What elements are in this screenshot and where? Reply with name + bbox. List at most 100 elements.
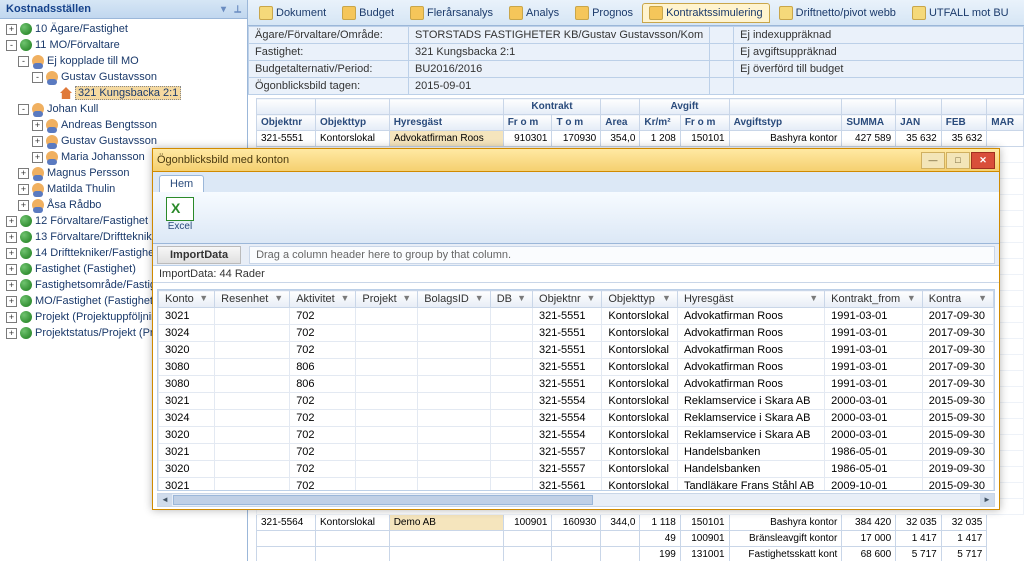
column-header[interactable]: Objekttyp▼ <box>602 291 678 308</box>
column-header[interactable]: Hyresgäst <box>389 115 503 131</box>
filter-icon[interactable]: ▼ <box>978 293 987 303</box>
table-row[interactable]: 3021702321-5554KontorslokalReklamservice… <box>159 393 994 410</box>
column-header[interactable]: SUMMA <box>842 115 896 131</box>
filter-icon[interactable]: ▼ <box>402 293 411 303</box>
tree-node[interactable]: 321 Kungsbacka 2:1 <box>4 85 247 101</box>
tree-node[interactable]: -Johan Kull <box>4 101 247 117</box>
filter-icon[interactable]: ▼ <box>586 293 595 303</box>
expand-icon[interactable]: + <box>18 200 29 211</box>
column-group-header[interactable]: Kontrakt <box>503 99 601 115</box>
tab-kontraktssimulering[interactable]: Kontraktssimulering <box>642 3 770 23</box>
column-group-header[interactable] <box>257 99 316 115</box>
filter-icon[interactable]: ▼ <box>662 293 671 303</box>
expand-icon[interactable]: + <box>6 296 17 307</box>
column-header[interactable]: Objektnr <box>257 115 316 131</box>
column-group-header[interactable] <box>987 99 1024 115</box>
dialog-grid-scroll[interactable]: Konto▼Resenhet▼Aktivitet▼Projekt▼BolagsI… <box>158 290 994 490</box>
expand-icon[interactable]: + <box>32 136 43 147</box>
tab-budget[interactable]: Budget <box>335 3 401 23</box>
tab-utfall-per-m-nad[interactable]: Utfall per månad <box>1018 3 1024 23</box>
filter-icon[interactable]: ▼ <box>274 293 283 303</box>
column-group-header[interactable] <box>316 99 390 115</box>
table-row[interactable]: 49100901Bränsleavgift kontor17 0001 4171… <box>257 531 1024 547</box>
tab-analys[interactable]: Analys <box>502 3 566 23</box>
tree-node[interactable]: -Gustav Gustavsson <box>4 69 247 85</box>
filter-icon[interactable]: ▼ <box>340 293 349 303</box>
dialog-tab-hem[interactable]: Hem <box>159 175 204 192</box>
close-button[interactable]: ✕ <box>971 152 995 169</box>
table-row[interactable]: 3021702321-5551KontorslokalAdvokatfirman… <box>159 308 994 325</box>
table-row[interactable]: 3024702321-5551KontorslokalAdvokatfirman… <box>159 325 994 342</box>
scroll-right-icon[interactable]: ► <box>980 494 994 506</box>
column-header[interactable]: Kontrakt_from▼ <box>825 291 923 308</box>
tree-node[interactable]: -11 MO/Förvaltare <box>4 37 247 53</box>
horizontal-scrollbar[interactable]: ◄ ► <box>157 493 995 507</box>
tab-fler-rsanalys[interactable]: Flerårsanalys <box>403 3 500 23</box>
expand-icon[interactable]: + <box>32 152 43 163</box>
column-group-header[interactable] <box>389 99 503 115</box>
group-by-area[interactable]: Drag a column header here to group by th… <box>249 246 995 264</box>
column-group-header[interactable] <box>896 99 942 115</box>
column-header[interactable]: Resenhet▼ <box>215 291 290 308</box>
table-row[interactable]: 3080806321-5551KontorslokalAdvokatfirman… <box>159 376 994 393</box>
table-row[interactable]: 3020702321-5554KontorslokalReklamservice… <box>159 427 994 444</box>
expand-icon[interactable]: - <box>18 104 29 115</box>
column-header[interactable]: Objektnr▼ <box>533 291 602 308</box>
tree-node[interactable]: +Gustav Gustavsson <box>4 133 247 149</box>
filter-icon[interactable]: ▼ <box>475 293 484 303</box>
column-group-header[interactable] <box>601 99 640 115</box>
expand-icon[interactable]: + <box>6 248 17 259</box>
column-header[interactable]: MAR <box>987 115 1024 131</box>
tree-node[interactable]: -Ej kopplade till MO <box>4 53 247 69</box>
tab-utfall-mot-bu[interactable]: UTFALL mot BU <box>905 3 1016 23</box>
table-row[interactable]: 3020702321-5557KontorslokalHandelsbanken… <box>159 461 994 478</box>
column-header[interactable]: Objekttyp <box>316 115 390 131</box>
expand-icon[interactable]: + <box>32 120 43 131</box>
column-header[interactable]: Hyresgäst▼ <box>677 291 824 308</box>
expand-icon[interactable]: + <box>6 312 17 323</box>
tab-prognos[interactable]: Prognos <box>568 3 640 23</box>
column-header[interactable]: Avgiftstyp <box>729 115 842 131</box>
column-group-header[interactable] <box>729 99 842 115</box>
table-row[interactable]: 321-5551KontorslokalAdvokatfirman Roos91… <box>257 131 1024 147</box>
pin-icon[interactable]: ▾ ⟂ <box>221 4 241 15</box>
table-row[interactable]: 3024702321-5554KontorslokalReklamservice… <box>159 410 994 427</box>
column-header[interactable]: T o m <box>552 115 601 131</box>
table-row[interactable]: 3021702321-5557KontorslokalHandelsbanken… <box>159 444 994 461</box>
column-group-header[interactable]: Avgift <box>640 99 729 115</box>
column-header[interactable]: FEB <box>941 115 987 131</box>
maximize-button[interactable]: □ <box>946 152 970 169</box>
column-header[interactable]: JAN <box>896 115 942 131</box>
expand-icon[interactable]: - <box>18 56 29 67</box>
expand-icon[interactable]: + <box>6 216 17 227</box>
dialog-titlebar[interactable]: Ögonblicksbild med konton — □ ✕ <box>153 149 999 172</box>
importdata-button[interactable]: ImportData <box>157 246 241 264</box>
table-row[interactable]: 321-5564KontorslokalDemo AB1009011609303… <box>257 515 1024 531</box>
column-group-header[interactable] <box>842 99 896 115</box>
filter-icon[interactable]: ▼ <box>809 293 818 303</box>
filter-icon[interactable]: ▼ <box>907 293 916 303</box>
column-header[interactable]: Aktivitet▼ <box>290 291 356 308</box>
table-row[interactable]: 3080806321-5551KontorslokalAdvokatfirman… <box>159 359 994 376</box>
filter-icon[interactable]: ▼ <box>199 293 208 303</box>
expand-icon[interactable]: + <box>6 264 17 275</box>
tab-dokument[interactable]: Dokument <box>252 3 333 23</box>
column-header[interactable]: Area <box>601 115 640 131</box>
tree-node[interactable]: +Andreas Bengtsson <box>4 117 247 133</box>
column-header[interactable]: Fr o m <box>680 115 729 131</box>
expand-icon[interactable]: + <box>6 232 17 243</box>
column-header[interactable]: DB▼ <box>490 291 532 308</box>
scroll-left-icon[interactable]: ◄ <box>158 494 172 506</box>
tree-node[interactable]: +10 Ägare/Fastighet <box>4 21 247 37</box>
tab-driftnetto-pivot-webb[interactable]: Driftnetto/pivot webb <box>772 3 903 23</box>
expand-icon[interactable]: + <box>6 328 17 339</box>
expand-icon[interactable]: + <box>6 24 17 35</box>
filter-icon[interactable]: ▼ <box>517 293 526 303</box>
table-row[interactable]: 3021702321-5561KontorslokalTandläkare Fr… <box>159 478 994 491</box>
excel-button[interactable]: Excel <box>159 194 201 235</box>
column-header[interactable]: Projekt▼ <box>356 291 418 308</box>
expand-icon[interactable]: + <box>6 280 17 291</box>
expand-icon[interactable]: - <box>6 40 17 51</box>
column-header[interactable]: Konto▼ <box>159 291 215 308</box>
scroll-thumb[interactable] <box>173 495 593 505</box>
